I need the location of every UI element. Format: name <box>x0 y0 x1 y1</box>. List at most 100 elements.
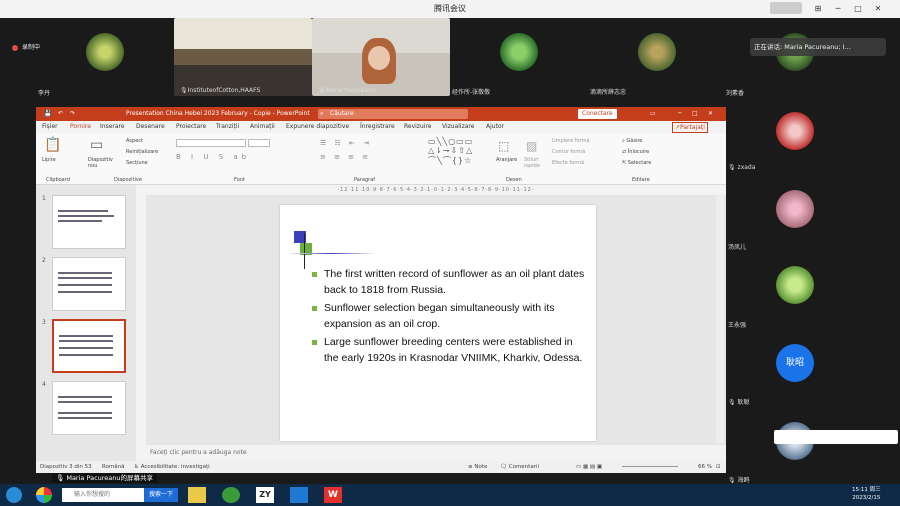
participant-avatar-4[interactable] <box>500 33 538 71</box>
tab-slideshow[interactable]: Expunere diapozitive <box>286 121 349 133</box>
participant-avatar-5[interactable] <box>638 33 676 71</box>
tab-help[interactable]: Ajutor <box>486 121 504 133</box>
align-buttons[interactable]: ≡ ≡ ≡ ≡ <box>320 153 371 161</box>
side-avatar-2[interactable] <box>776 190 814 228</box>
comment-icon: 🗨 <box>500 464 507 470</box>
ppt-titlebar: 💾 ↶ ↷ Presentation China Hebei 2023 Febr… <box>36 107 726 121</box>
font-name-field[interactable] <box>176 139 246 147</box>
taskbar-clock[interactable]: 15:11 周三 2023/2/15 <box>852 486 881 502</box>
input-method-toolbar[interactable] <box>774 430 898 444</box>
side-name-3: 王永强 <box>728 322 747 329</box>
slide-thumbnail-4[interactable] <box>52 381 126 435</box>
tab-design[interactable]: Proiectare <box>176 121 206 133</box>
browser-icon[interactable] <box>36 487 52 503</box>
current-slide[interactable]: The first written record of sunflower as… <box>280 205 596 441</box>
undo-icon[interactable]: ↶ <box>58 107 63 121</box>
wechat-icon[interactable] <box>222 487 240 503</box>
maximize-icon[interactable]: □ <box>848 0 868 18</box>
ribbon-tabs: Fișier Pornire Inserare Desenare Proiect… <box>36 121 726 134</box>
participant-avatar-1[interactable] <box>86 33 124 71</box>
tab-insert[interactable]: Inserare <box>100 121 125 133</box>
accessibility-indicator[interactable]: ♿ Accesibilitate: investigați <box>134 461 210 473</box>
taskbar-search-input[interactable]: 输入你想搜的 <box>62 488 144 502</box>
language-indicator[interactable]: Română <box>102 461 125 473</box>
tab-transitions[interactable]: Tranziții <box>216 121 239 133</box>
ppt-maximize-icon[interactable]: □ <box>692 107 698 121</box>
minimize-icon[interactable]: ─ <box>828 0 848 18</box>
start-button[interactable] <box>6 487 22 503</box>
participant-name-3: 🎙Maria Pacureanu <box>318 87 376 94</box>
paste-icon[interactable]: 📋 <box>44 137 61 153</box>
pin-icon[interactable]: ⊞ <box>808 0 828 18</box>
participant-video-2[interactable] <box>174 18 312 96</box>
ribbon: 📋 Lipire ▭ Diapozitiv nou Aspect Reiniți… <box>36 133 726 185</box>
replace-button[interactable]: ⇄ Înlocuire <box>622 149 649 155</box>
list-buttons[interactable]: ☰ ☷ ⇤ ⇥ <box>320 139 372 147</box>
tencent-meeting-icon[interactable] <box>290 487 308 503</box>
reset-button[interactable]: Reinițializare <box>126 149 158 155</box>
quick-styles-button[interactable]: Stiluri rapide <box>524 157 544 169</box>
quick-styles-icon[interactable]: ▨ <box>526 139 537 153</box>
app-title: 腾讯会议 <box>434 4 466 13</box>
side-avatar-1[interactable] <box>776 112 814 150</box>
redo-icon[interactable]: ↷ <box>70 107 75 121</box>
tab-file[interactable]: Fișier <box>42 121 58 133</box>
file-explorer-icon[interactable] <box>188 487 206 503</box>
tab-view[interactable]: Vizualizare <box>442 121 474 133</box>
ppt-minimize-icon[interactable]: ─ <box>678 107 682 121</box>
participant-name-1: 李丹 <box>38 90 51 97</box>
tab-review[interactable]: Revizuire <box>404 121 431 133</box>
recording-label: 录制中 <box>22 44 41 51</box>
wps-icon[interactable]: W <box>324 487 342 503</box>
save-icon[interactable]: 💾 <box>44 107 51 121</box>
participant-name-5: 滴滴所薛志忠 <box>590 89 627 96</box>
notes-pane[interactable]: Faceți clic pentru a adăuga note <box>146 445 726 461</box>
search-box[interactable]: Căutare <box>318 109 468 119</box>
side-avatar-3[interactable] <box>776 266 814 304</box>
layout-button[interactable]: Aspect <box>126 138 143 144</box>
connect-button[interactable]: Conectare <box>578 109 617 119</box>
ppt-close-icon[interactable]: ✕ <box>708 107 713 121</box>
tab-animations[interactable]: Animații <box>250 121 275 133</box>
arrange-button[interactable]: Aranjare <box>496 157 517 163</box>
comments-button[interactable]: 🗨 Comentarii <box>500 461 539 473</box>
zy-app-icon[interactable]: ZY <box>256 487 274 503</box>
zoom-slider[interactable] <box>622 466 678 467</box>
fit-slide-icon[interactable]: ⊡ <box>716 461 721 473</box>
find-button[interactable]: ⌕ Găsire <box>622 138 642 144</box>
font-format-buttons[interactable]: B I U S ab <box>176 153 250 161</box>
thumb-number: 3 <box>42 319 46 326</box>
select-button[interactable]: ⇱ Selectare <box>622 160 651 166</box>
zoom-level[interactable]: 66 % <box>698 461 712 473</box>
participant-name-2: 🎙InstituteofCotton,HAAFS <box>180 87 261 94</box>
taskbar-search-button[interactable]: 搜索一下 <box>144 488 178 502</box>
arrange-icon[interactable]: ⬚ <box>498 139 509 153</box>
notes-button[interactable]: ≡ Note <box>468 461 487 473</box>
group-editing: Editare <box>632 177 650 183</box>
share-button[interactable]: ↗Partajați <box>672 122 708 133</box>
side-avatar-4[interactable]: 耿昭 <box>776 344 814 382</box>
slide-bullet-3: Large sunflower breeding centers were es… <box>312 335 588 366</box>
shape-outline-button[interactable]: Contur formă <box>552 149 585 155</box>
shapes-gallery[interactable]: ▭╲╲○▭▭ △⇂⇁⇩⇧△ ⌒╲⌒{}☆ <box>428 137 473 166</box>
shape-fill-button[interactable]: Umplere formă <box>552 138 590 144</box>
slide-thumbnail-1[interactable] <box>52 195 126 249</box>
tab-draw[interactable]: Desenare <box>136 121 165 133</box>
status-bar: Diapozitiv 3 din 53 Română ♿ Accesibilit… <box>36 461 726 473</box>
windows-taskbar: 输入你想搜的 搜索一下 ZY W 15:11 周三 2023/2/15 <box>0 484 900 506</box>
view-buttons[interactable]: ▭ ▦ ▤ ▣ <box>576 461 602 473</box>
slide-thumbnail-2[interactable] <box>52 257 126 311</box>
vertical-scrollbar[interactable] <box>716 195 724 443</box>
slide-thumbnail-3[interactable] <box>52 319 126 373</box>
app-titlebar: 腾讯会议 <box>0 0 900 18</box>
new-slide-button[interactable]: Diapozitiv nou <box>88 157 118 169</box>
section-button[interactable]: Secțiune <box>126 160 148 166</box>
close-icon[interactable]: ✕ <box>868 0 888 18</box>
font-size-field[interactable] <box>248 139 270 147</box>
layout-toggle[interactable] <box>770 2 802 14</box>
shape-effects-button[interactable]: Efecte formă <box>552 160 584 166</box>
ribbon-display-icon[interactable]: ▭ <box>650 107 656 121</box>
paste-button[interactable]: Lipire <box>42 157 56 163</box>
tab-record[interactable]: Înregistrare <box>360 121 395 133</box>
new-slide-icon[interactable]: ▭ <box>90 137 103 153</box>
